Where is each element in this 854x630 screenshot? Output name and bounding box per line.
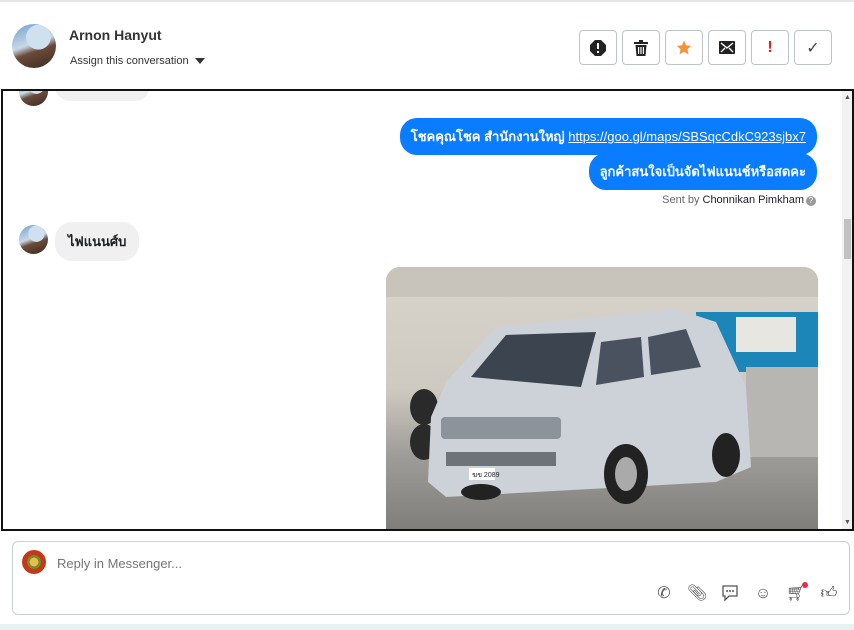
important-button[interactable]: ! [751, 30, 789, 65]
envelope-icon [719, 41, 735, 54]
emoji-icon[interactable]: ☺ [753, 584, 773, 604]
delete-button[interactable] [622, 30, 660, 65]
bottom-bar [0, 624, 854, 630]
cart-icon[interactable]: 🛒︎ [786, 582, 808, 604]
license-plate: ฆข 2089 [472, 472, 500, 479]
notification-dot [802, 582, 808, 588]
scroll-down-icon[interactable]: ▼ [844, 519, 851, 526]
message-bubble-outgoing: ลูกค้าสนใจเป็นจัดไฟแนนช์หรือสดคะ [588, 153, 817, 190]
caret-down-icon [194, 58, 205, 65]
message-bubble-incoming-partial [55, 91, 150, 101]
check-icon: ✓ [806, 39, 820, 57]
assign-label: Assign this conversation [70, 55, 189, 67]
contact-avatar[interactable] [12, 24, 56, 68]
thumbs-up-icon[interactable]: 👍︎ [819, 584, 839, 604]
page-avatar [22, 550, 46, 574]
report-spam-button[interactable] [579, 30, 617, 65]
sent-by-prefix: Sent by [662, 194, 703, 206]
scroll-up-icon[interactable]: ▲ [844, 94, 851, 101]
action-toolbar: ! ✓ [579, 30, 832, 65]
conversation-header: Arnon Hanyut Assign this conversation ! … [0, 2, 854, 89]
saved-replies-icon[interactable] [720, 584, 740, 604]
van-photo-attachment[interactable]: ฆข 2089 [386, 267, 818, 529]
done-button[interactable]: ✓ [794, 30, 832, 65]
contact-name[interactable]: Arnon Hanyut [69, 27, 162, 43]
message-thread[interactable]: โชคคุณโชค สำนักงานใหญ่ https://goo.gl/ma… [1, 89, 854, 531]
assign-conversation-dropdown[interactable]: Assign this conversation [70, 55, 205, 67]
thread-scrollbar[interactable]: ▲ ▼ [842, 91, 852, 529]
sent-by-label: Sent by Chonnikan Pimkham? [662, 194, 816, 206]
star-button[interactable] [665, 30, 703, 65]
reply-composer: ✆ 📎︎ ☺ 🛒︎ 👍︎ [12, 541, 850, 615]
contact-avatar-small [19, 91, 48, 106]
alert-octagon-icon [590, 39, 606, 56]
mark-unread-button[interactable] [708, 30, 746, 65]
trash-icon [634, 39, 648, 56]
message-text: ลูกค้าสนใจเป็นจัดไฟแนนช์หรือสดคะ [599, 164, 806, 179]
message-text: โชคคุณโชค สำนักงานใหญ่ [410, 129, 569, 144]
paperclip-icon[interactable]: 📎︎ [687, 584, 707, 604]
scrollbar-thumb[interactable] [844, 219, 851, 259]
reply-input[interactable] [57, 556, 657, 571]
message-bubble-incoming: ไฟแนนศ์บ [55, 222, 140, 261]
maps-link[interactable]: https://goo.gl/maps/SBSqcCdkC923sjbx7 [568, 129, 806, 144]
van-image: ฆข 2089 [386, 267, 818, 504]
message-bubble-outgoing: โชคคุณโชค สำนักงานใหญ่ https://goo.gl/ma… [399, 118, 817, 155]
exclamation-icon: ! [767, 38, 773, 56]
contact-avatar-small [19, 225, 48, 254]
call-add-icon[interactable]: ✆ [654, 584, 674, 604]
help-icon[interactable]: ? [806, 196, 816, 206]
star-icon [676, 40, 692, 54]
composer-tools: ✆ 📎︎ ☺ 🛒︎ 👍︎ [654, 582, 839, 604]
sender-name: Chonnikan Pimkham [702, 194, 805, 206]
message-text: ไฟแนนศ์บ [68, 234, 127, 249]
